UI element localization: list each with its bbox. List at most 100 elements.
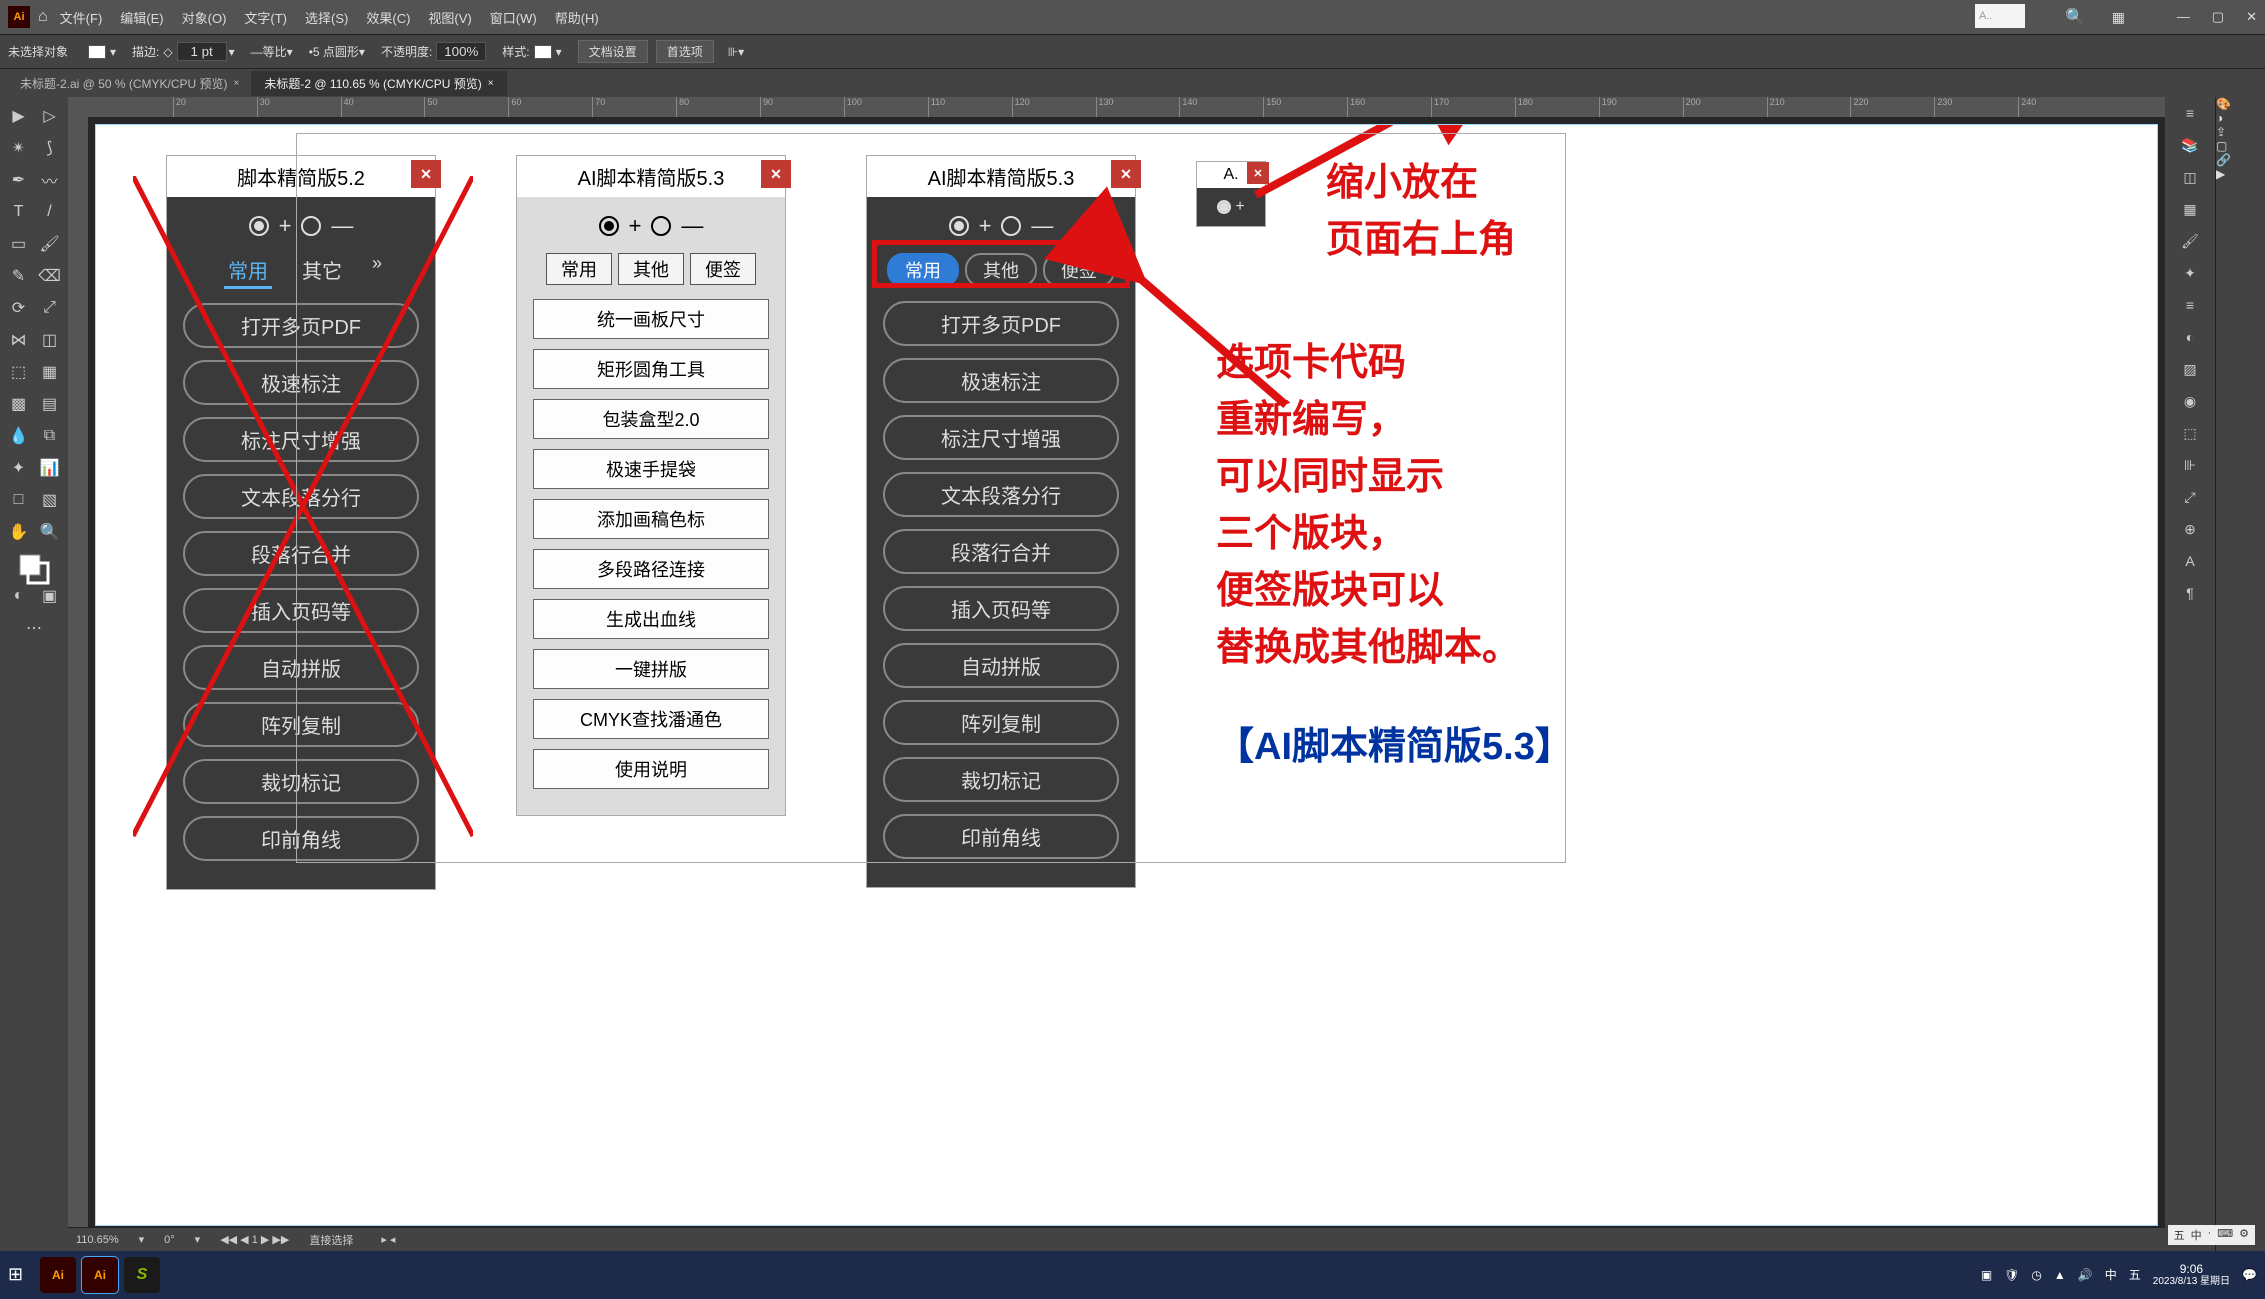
document-tab[interactable]: 未标题-2 @ 110.65 % (CMYK/CPU 预览) × xyxy=(252,71,506,96)
script-button[interactable]: CMYK查找潘通色 xyxy=(533,699,769,739)
script-button[interactable]: 多段路径连接 xyxy=(533,549,769,589)
gradient-panel-icon[interactable]: ◐ xyxy=(2165,321,2215,353)
script-button[interactable]: 阵列复制 xyxy=(883,700,1119,745)
search-icon[interactable]: 🔍 xyxy=(2065,7,2085,27)
script-button[interactable]: 打开多页PDF xyxy=(183,303,419,348)
taskbar-app-illustrator-active[interactable]: Ai xyxy=(82,1257,118,1293)
script-button[interactable]: 文本段落分行 xyxy=(183,474,419,519)
screen-mode-icon[interactable]: ▣ xyxy=(35,581,64,611)
radio-checked-icon[interactable] xyxy=(249,216,269,236)
minus-icon[interactable]: — xyxy=(681,213,703,239)
script-button[interactable]: 插入页码等 xyxy=(183,588,419,633)
tray-icon[interactable]: ▣ xyxy=(1981,1268,1992,1282)
stroke-panel-icon[interactable]: ≡ xyxy=(2165,289,2215,321)
properties-panel-icon[interactable]: ≡ xyxy=(2165,97,2215,129)
minus-icon[interactable]: — xyxy=(331,213,353,239)
tab-common[interactable]: 常用 xyxy=(546,253,612,285)
script-button[interactable]: 段落行合并 xyxy=(883,529,1119,574)
script-button[interactable]: 标注尺寸增强 xyxy=(883,415,1119,460)
close-button[interactable]: ✕ xyxy=(411,160,441,188)
radio-checked-icon[interactable] xyxy=(599,216,619,236)
quick-search-box[interactable]: A.. xyxy=(1975,4,2025,28)
artboards-panel-icon[interactable]: ▢ xyxy=(2216,139,2265,153)
start-button[interactable]: ⊞ xyxy=(8,1264,30,1286)
window-minimize-icon[interactable]: — xyxy=(2177,9,2190,25)
tab-other[interactable]: 其他 xyxy=(618,253,684,285)
close-icon[interactable]: × xyxy=(488,78,494,89)
plus-icon[interactable]: + xyxy=(979,213,992,239)
gradient-tool-icon[interactable]: ▤ xyxy=(35,389,64,419)
tab-common[interactable]: 常用 xyxy=(224,253,272,289)
artboard-tool-icon[interactable]: □ xyxy=(4,485,33,515)
expand-icon[interactable]: » xyxy=(372,253,378,289)
script-button[interactable]: 阵列复制 xyxy=(183,702,419,747)
symbols-panel-icon[interactable]: ✦ xyxy=(2165,257,2215,289)
window-close-icon[interactable]: ✕ xyxy=(2246,9,2257,25)
shaper-tool-icon[interactable]: ✎ xyxy=(4,261,33,291)
script-button[interactable]: 自动拼版 xyxy=(183,645,419,690)
brushes-panel-icon[interactable]: 🖌 xyxy=(2165,225,2215,257)
links-panel-icon[interactable]: 🔗 xyxy=(2216,153,2265,167)
script-button[interactable]: 统一画板尺寸 xyxy=(533,299,769,339)
eyedropper-tool-icon[interactable]: 💧 xyxy=(4,421,33,451)
swatches-panel-icon[interactable]: ▦ xyxy=(2165,193,2215,225)
tray-notifications-icon[interactable]: 💬 xyxy=(2242,1268,2257,1282)
ime-settings-icon[interactable]: ⚙ xyxy=(2239,1227,2249,1243)
appearance-panel-icon[interactable]: ◉ xyxy=(2165,385,2215,417)
script-button[interactable]: 文本段落分行 xyxy=(883,472,1119,517)
hand-tool-icon[interactable]: ✋ xyxy=(4,517,33,547)
menu-help[interactable]: 帮助(H) xyxy=(555,8,599,27)
script-button[interactable]: 印前角线 xyxy=(883,814,1119,859)
align-panel-icon[interactable]: ⊪▾ xyxy=(728,45,744,59)
tray-volume-icon[interactable]: 🔊 xyxy=(2078,1268,2093,1282)
tab-notes[interactable]: 便签 xyxy=(690,253,756,285)
radio-unchecked-icon[interactable] xyxy=(301,216,321,236)
shapebuilder-tool-icon[interactable]: ⬚ xyxy=(4,357,33,387)
menu-view[interactable]: 视图(V) xyxy=(428,8,471,27)
symbol-sprayer-icon[interactable]: ✦ xyxy=(4,453,33,483)
ime-bar[interactable]: 五 中 · ⌨ ⚙ xyxy=(2168,1225,2255,1245)
status-scroll-indicator[interactable]: ▸ ◂ xyxy=(381,1233,395,1246)
status-rotation[interactable]: 0° xyxy=(164,1234,175,1246)
script-button[interactable]: 自动拼版 xyxy=(883,643,1119,688)
libraries-panel-icon[interactable]: ◫ xyxy=(2165,161,2215,193)
pathfinder-panel-icon[interactable]: ⊕ xyxy=(2165,513,2215,545)
script-button[interactable]: 极速手提袋 xyxy=(533,449,769,489)
script-button[interactable]: 包装盒型2.0 xyxy=(533,399,769,439)
script-button[interactable]: 极速标注 xyxy=(183,360,419,405)
mesh-tool-icon[interactable]: ▩ xyxy=(4,389,33,419)
eraser-tool-icon[interactable]: ⌫ xyxy=(35,261,64,291)
transform-panel-icon[interactable]: ⤢ xyxy=(2165,481,2215,513)
brush-tool-icon[interactable]: 🖌 xyxy=(35,229,64,259)
tab-other[interactable]: 其它 xyxy=(298,253,346,289)
close-icon[interactable]: × xyxy=(234,78,240,89)
tray-icon[interactable]: 🛡 xyxy=(2004,1268,2019,1282)
artboard[interactable]: 脚本精简版5.2 ✕ + — 常用 其它 » xyxy=(96,125,2157,1225)
minus-icon[interactable]: — xyxy=(1031,213,1053,239)
menu-effect[interactable]: 效果(C) xyxy=(366,8,410,27)
align-panel-icon[interactable]: ⊪ xyxy=(2165,449,2215,481)
script-button[interactable]: 使用说明 xyxy=(533,749,769,789)
ime-mode-icon[interactable]: 中 xyxy=(2191,1227,2202,1243)
script-button[interactable]: 裁切标记 xyxy=(883,757,1119,802)
plus-icon[interactable]: + xyxy=(629,213,642,239)
layers-panel-icon[interactable]: 📚 xyxy=(2165,129,2215,161)
script-button[interactable]: 段落行合并 xyxy=(183,531,419,576)
radio-unchecked-icon[interactable] xyxy=(651,216,671,236)
workspace-switcher-icon[interactable]: ▦ xyxy=(2112,9,2125,26)
character-panel-icon[interactable]: A xyxy=(2165,545,2215,577)
menu-file[interactable]: 文件(F) xyxy=(60,8,103,27)
status-zoom[interactable]: 110.65% xyxy=(76,1234,119,1246)
taskbar-app-other[interactable]: S xyxy=(124,1257,160,1293)
script-button[interactable]: 标注尺寸增强 xyxy=(183,417,419,462)
magic-wand-icon[interactable]: ✴ xyxy=(4,133,33,163)
blend-tool-icon[interactable]: ⧉ xyxy=(35,421,64,451)
tray-icon[interactable]: ◷ xyxy=(2031,1268,2041,1282)
close-button[interactable]: ✕ xyxy=(761,160,791,188)
script-button[interactable]: 印前角线 xyxy=(183,816,419,861)
type-tool-icon[interactable]: T xyxy=(4,197,33,227)
tray-ime-icon[interactable]: 五 xyxy=(2129,1266,2141,1283)
tray-clock[interactable]: 9:06 2023/8/13 星期日 xyxy=(2153,1262,2230,1288)
menu-type[interactable]: 文字(T) xyxy=(244,8,287,27)
ime-keyboard-icon[interactable]: ⌨ xyxy=(2217,1227,2233,1243)
